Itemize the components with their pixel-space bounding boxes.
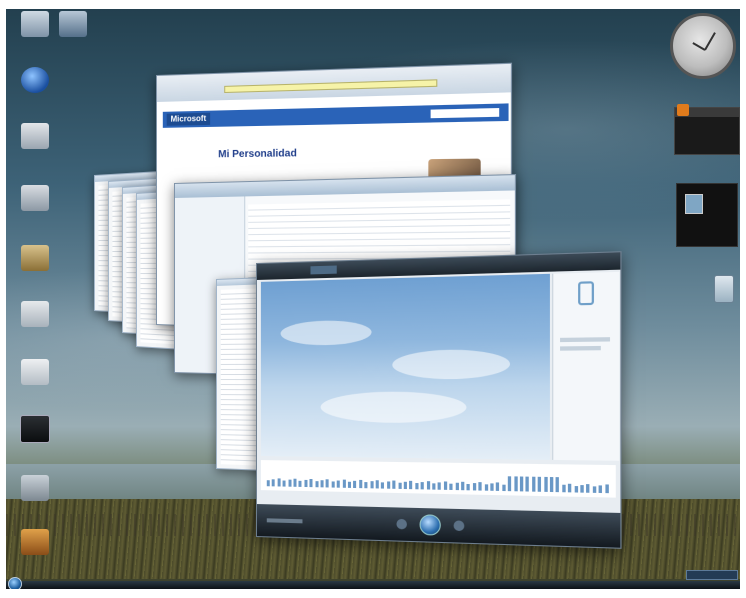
player-tab-library[interactable] [365, 264, 390, 273]
equalizer-bar [537, 476, 542, 492]
equalizer-bar [525, 476, 530, 492]
equalizer-bar [496, 482, 500, 491]
player-tab-rip[interactable] [407, 263, 428, 272]
equalizer-bar [513, 476, 518, 492]
equalizer-bar [472, 483, 476, 491]
equalizer-bar [466, 483, 471, 491]
equalizer-bar [604, 484, 609, 494]
equalizer-bar [531, 476, 536, 492]
equalizer-bar [320, 480, 324, 488]
equalizer-bar [358, 479, 363, 489]
equalizer-bar [364, 482, 368, 489]
equalizer-bar [449, 483, 453, 490]
equalizer-bar [508, 476, 512, 492]
equalizer-bar [586, 484, 590, 493]
start-button[interactable] [8, 577, 22, 589]
viz-cloud [280, 319, 372, 346]
browser-toolbar [156, 63, 511, 102]
equalizer-bar [277, 478, 281, 487]
equalizer-bar [293, 478, 297, 487]
equalizer-bar [562, 484, 566, 493]
page-heading: Mi Personalidad [218, 148, 297, 161]
equalizer-bar [266, 480, 270, 487]
equalizer-bar [461, 481, 465, 491]
equalizer-bar [455, 482, 459, 491]
system-tray[interactable] [686, 570, 738, 580]
equalizer-bar [432, 483, 436, 490]
player-list-pane[interactable] [552, 271, 620, 461]
address-bar[interactable] [224, 79, 438, 94]
equalizer-bar [386, 481, 391, 489]
equalizer-bar [309, 478, 313, 488]
taskbar [6, 577, 740, 589]
site-header: Microsoft [162, 103, 509, 128]
equalizer-bar [325, 479, 330, 488]
site-search-input[interactable] [430, 108, 500, 119]
equalizer-bar [298, 480, 302, 487]
equalizer-bar [353, 480, 357, 489]
equalizer-bar [580, 485, 584, 493]
visualization-sky [260, 273, 550, 460]
equalizer-bar [381, 482, 385, 489]
equalizer-bar [272, 479, 276, 487]
equalizer-bar [375, 480, 379, 489]
equalizer-bar [370, 481, 374, 489]
equalizer-bar [519, 476, 524, 492]
equalizer-bar [568, 483, 572, 493]
equalizer-bar [315, 481, 319, 488]
media-player-window[interactable] [256, 251, 622, 549]
equalizer-bar [392, 480, 396, 489]
equalizer-bar [409, 480, 413, 490]
equalizer-strip [260, 460, 616, 498]
brand-logo[interactable]: Microsoft [166, 112, 211, 126]
equalizer-bar [398, 482, 402, 489]
flip3d-window-stack: Microsoft Mi Personalidad [6, 9, 740, 589]
equalizer-bar [415, 483, 419, 490]
viz-cloud [320, 391, 467, 424]
list-line [560, 345, 601, 351]
equalizer-bar [304, 479, 308, 488]
player-status-text [266, 518, 303, 524]
equalizer-bar [549, 476, 554, 493]
equalizer-bar [426, 481, 430, 490]
play-button[interactable] [419, 514, 441, 536]
equalizer-bar [574, 486, 578, 493]
desktop-screen: Microsoft Mi Personalidad [6, 9, 740, 589]
equalizer-bar [282, 480, 286, 487]
music-note-icon [578, 281, 594, 306]
previous-button[interactable] [396, 518, 407, 530]
equalizer-bar [490, 483, 494, 491]
equalizer-bar [598, 485, 603, 494]
equalizer-bar [403, 481, 407, 490]
equalizer-bar [336, 480, 340, 488]
equalizer-bar [437, 482, 442, 490]
equalizer-bar [288, 479, 292, 487]
equalizer-bar [347, 481, 352, 488]
equalizer-bar [592, 486, 597, 493]
player-tab-burn[interactable] [443, 262, 464, 271]
equalizer-bar [543, 476, 548, 492]
equalizer-bar [420, 482, 424, 490]
equalizer-bar [484, 484, 488, 491]
equalizer-bar [331, 481, 335, 488]
list-line [560, 337, 611, 343]
equalizer-bar [443, 481, 447, 490]
next-button[interactable] [453, 520, 465, 532]
viz-cloud [392, 349, 511, 380]
equalizer-bar [555, 477, 560, 493]
equalizer-bar [478, 482, 482, 491]
player-tab-now-playing[interactable] [310, 265, 337, 275]
equalizer-bar [342, 479, 346, 488]
equalizer-bar [502, 484, 506, 492]
player-tab-sync[interactable] [479, 260, 501, 269]
player-controls [256, 504, 621, 549]
